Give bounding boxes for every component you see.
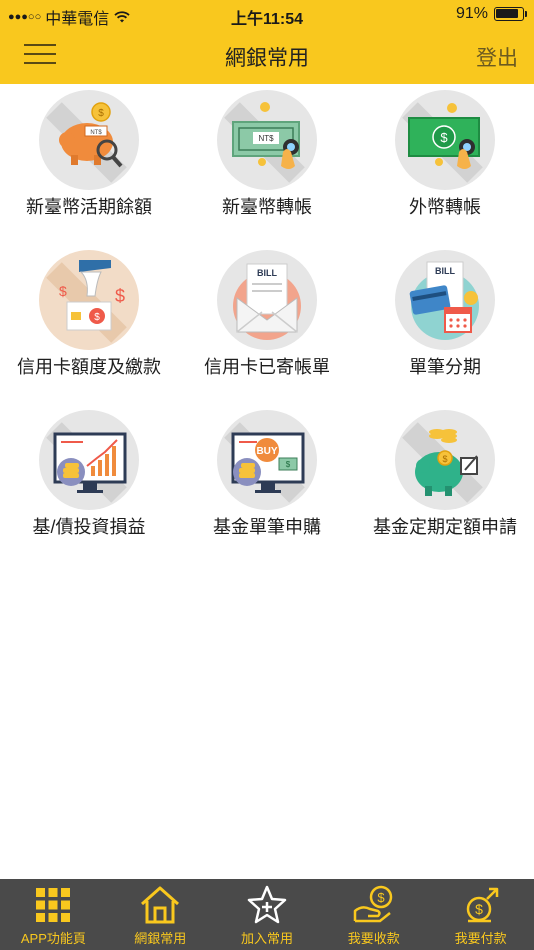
svg-text:BUY: BUY bbox=[256, 446, 277, 457]
svg-text:$: $ bbox=[442, 454, 447, 464]
tile-credit-card-bill[interactable]: BILL 信用卡已寄帳單 bbox=[178, 244, 356, 394]
investment-chart-icon bbox=[39, 410, 139, 510]
logout-button[interactable]: 登出 bbox=[476, 42, 518, 72]
svg-text:$: $ bbox=[475, 901, 483, 917]
star-plus-icon bbox=[247, 885, 287, 924]
hand-dollar-icon: $ bbox=[353, 885, 393, 923]
tile-label: 信用卡額度及繳款 bbox=[17, 357, 161, 377]
svg-text:$: $ bbox=[440, 130, 448, 145]
svg-text:NT$: NT$ bbox=[90, 130, 102, 136]
credit-card-payment-icon: $ $ $ bbox=[39, 250, 139, 350]
tile-ntd-transfer[interactable]: NT$ 新臺幣轉帳 bbox=[178, 84, 356, 234]
tab-receive-payment[interactable]: $ 我要收款 bbox=[320, 879, 427, 950]
tile-fund-regular-plan[interactable]: $ 基金定期定額申請 bbox=[356, 404, 534, 554]
svg-text:$: $ bbox=[115, 286, 125, 306]
app-screen: ●●●○○ 中華電信 上午11:54 91% 網銀常用 登出 NT$ $ 新臺幣… bbox=[0, 0, 534, 950]
home-icon bbox=[141, 886, 180, 924]
svg-text:BILL: BILL bbox=[435, 266, 455, 276]
svg-text:NT$: NT$ bbox=[258, 134, 274, 143]
tile-label: 外幣轉帳 bbox=[409, 197, 481, 217]
svg-text:$: $ bbox=[377, 890, 385, 905]
tab-label: APP功能頁 bbox=[20, 931, 86, 946]
svg-text:$: $ bbox=[98, 108, 104, 119]
page-title: 網銀常用 bbox=[225, 47, 309, 70]
grid-apps-icon bbox=[36, 888, 71, 922]
piggy-bank-search-icon: NT$ $ bbox=[39, 90, 139, 190]
tile-label: 單筆分期 bbox=[409, 357, 481, 377]
tab-label: 我要收款 bbox=[347, 931, 400, 946]
tile-foreign-transfer[interactable]: $ 外幣轉帳 bbox=[356, 84, 534, 234]
status-time: 上午11:54 bbox=[230, 11, 304, 28]
bottom-tab-bar: APP功能頁 網銀常用 加入常用 $ 我要收款 $ 我要付款 bbox=[0, 879, 534, 950]
tile-label: 信用卡已寄帳單 bbox=[204, 357, 330, 377]
ntd-banknote-transfer-icon: NT$ bbox=[217, 90, 317, 190]
tile-fund-single-purchase[interactable]: BUY $ 基金單筆申購 bbox=[178, 404, 356, 554]
status-right: 91% bbox=[455, 5, 527, 23]
bill-card-calendar-icon: BILL bbox=[395, 250, 495, 350]
top-bar: ●●●○○ 中華電信 上午11:54 91% 網銀常用 登出 bbox=[0, 0, 534, 84]
tile-label: 基金定期定額申請 bbox=[373, 517, 517, 537]
svg-text:$: $ bbox=[94, 312, 100, 323]
piggy-bank-coins-icon: $ bbox=[395, 410, 495, 510]
fund-buy-icon: BUY $ bbox=[217, 410, 317, 510]
dollar-send-icon: $ bbox=[466, 887, 498, 923]
battery-level bbox=[496, 9, 518, 18]
tile-ntd-balance[interactable]: NT$ $ 新臺幣活期餘額 bbox=[0, 84, 178, 234]
tile-label: 新臺幣轉帳 bbox=[222, 197, 312, 217]
tile-label: 基/債投資損益 bbox=[32, 517, 146, 537]
tab-label: 網銀常用 bbox=[134, 931, 187, 946]
tile-installment[interactable]: BILL 單筆分期 bbox=[356, 244, 534, 394]
tab-app-functions[interactable]: APP功能頁 bbox=[0, 879, 107, 950]
tab-label: 加入常用 bbox=[240, 931, 293, 946]
svg-text:$: $ bbox=[286, 460, 291, 469]
header: 網銀常用 登出 bbox=[0, 28, 534, 84]
battery-percent: 91% bbox=[455, 5, 488, 22]
svg-text:BILL: BILL bbox=[257, 268, 277, 278]
svg-text:$: $ bbox=[59, 283, 67, 299]
tab-add-favorite[interactable]: 加入常用 bbox=[214, 879, 321, 950]
status-bar: ●●●○○ 中華電信 上午11:54 91% bbox=[0, 0, 534, 28]
tile-investment-pnl[interactable]: 基/債投資損益 bbox=[0, 404, 178, 554]
tab-label: 我要付款 bbox=[454, 931, 507, 946]
tile-label: 新臺幣活期餘額 bbox=[26, 197, 152, 217]
bill-envelope-icon: BILL bbox=[217, 250, 317, 350]
tile-credit-card-limit[interactable]: $ $ $ 信用卡額度及繳款 bbox=[0, 244, 178, 394]
battery-icon bbox=[494, 7, 527, 21]
foreign-currency-banknote-icon: $ bbox=[395, 90, 495, 190]
tile-label: 基金單筆申購 bbox=[213, 517, 321, 537]
tab-make-payment[interactable]: $ 我要付款 bbox=[427, 879, 534, 950]
tab-online-banking-favorites[interactable]: 網銀常用 bbox=[107, 879, 214, 950]
